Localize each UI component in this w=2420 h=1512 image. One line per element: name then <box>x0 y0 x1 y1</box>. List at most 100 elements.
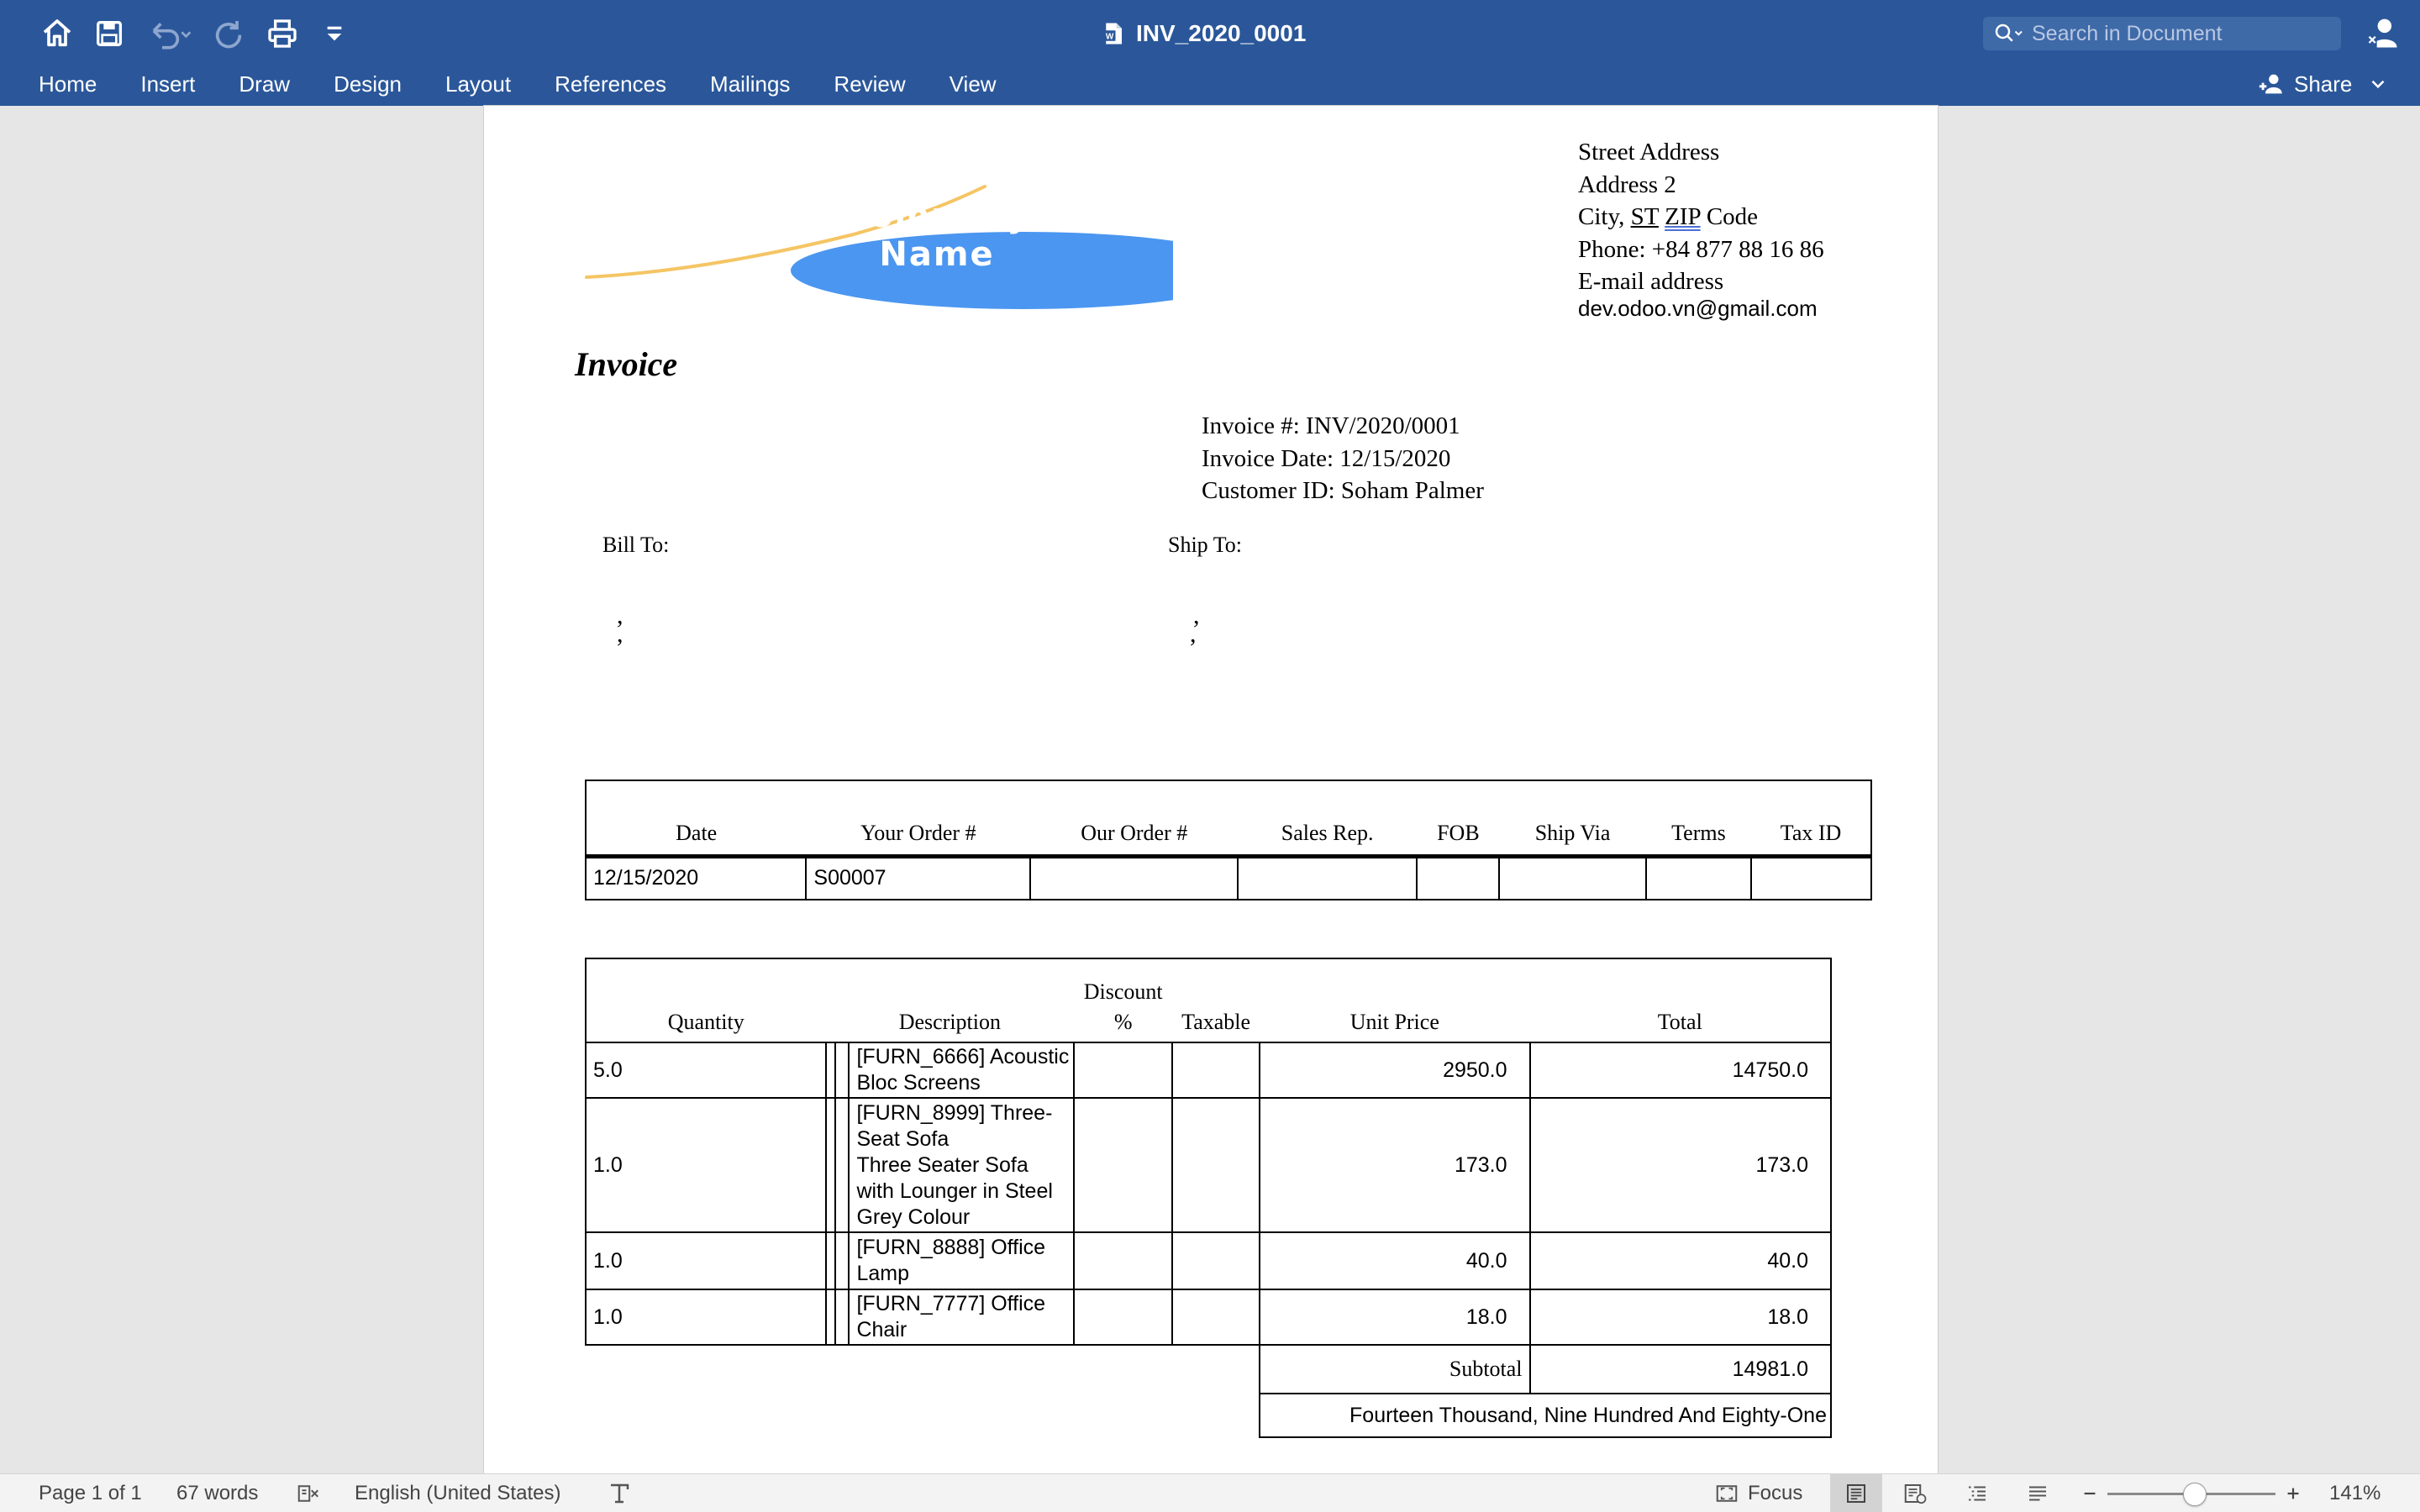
header-discount: Discount% <box>1074 958 1173 1043</box>
your-order-cell[interactable]: S00007 <box>805 856 1031 900</box>
tab-review[interactable]: Review <box>812 66 927 102</box>
bill-to-label: Bill To: <box>602 533 670 557</box>
unit-price-cell[interactable]: 2950.0 <box>1259 1042 1531 1099</box>
invoice-date: Invoice Date: 12/15/2020 <box>1202 444 1451 472</box>
total-cell[interactable]: 18.0 <box>1528 1289 1833 1346</box>
outline-view-icon[interactable] <box>1965 1474 1990 1512</box>
quantity-cell[interactable]: 1.0 <box>585 1231 827 1290</box>
language[interactable]: English (United States) <box>355 1474 560 1512</box>
web-layout-icon[interactable] <box>1902 1474 1928 1512</box>
accessibility-icon[interactable] <box>607 1474 632 1512</box>
unit-price-cell[interactable]: 173.0 <box>1259 1097 1531 1233</box>
discount-cell[interactable] <box>1073 1289 1174 1346</box>
tab-insert[interactable]: Insert <box>118 66 217 102</box>
ship-via-cell[interactable] <box>1498 856 1646 900</box>
print-layout-icon <box>1847 1484 1865 1503</box>
fob-cell[interactable] <box>1416 856 1500 900</box>
taxable-cell[interactable] <box>1171 1097 1261 1233</box>
share-label: Share <box>2294 71 2353 97</box>
save-icon[interactable] <box>89 15 129 52</box>
search-input[interactable] <box>2032 21 2317 46</box>
account-icon[interactable] <box>2365 15 2402 52</box>
order-header-terms: Terms <box>1645 780 1752 858</box>
header-description: Description <box>825 958 1075 1043</box>
document-page[interactable]: Company Name Street Address Address 2 Ci… <box>484 106 1938 1473</box>
taxable-cell[interactable] <box>1171 1289 1261 1346</box>
unit-price-cell[interactable]: 40.0 <box>1259 1231 1531 1290</box>
discount-cell[interactable] <box>1073 1231 1174 1290</box>
discount-cell[interactable] <box>1073 1042 1174 1099</box>
description-cell[interactable]: [FURN_6666] Acoustic Bloc Screens <box>848 1042 1076 1099</box>
zoom-out-icon[interactable] <box>2081 1474 2099 1512</box>
tab-references[interactable]: References <box>533 66 688 102</box>
table-row: 1.0 [FURN_7777] Office Chair 18.0 18.0 <box>585 1289 1833 1346</box>
description-cell[interactable]: [FURN_8888] Office Lamp <box>848 1231 1076 1290</box>
spacer-cell <box>824 1231 837 1290</box>
terms-cell[interactable] <box>1644 856 1752 900</box>
share-button[interactable]: Share <box>2257 66 2389 102</box>
home-icon[interactable] <box>37 15 77 52</box>
code-text: Code <box>1700 203 1759 230</box>
quantity-cell[interactable]: 5.0 <box>585 1042 827 1099</box>
zoom-slider-thumb[interactable] <box>2183 1483 2207 1506</box>
taxable-cell[interactable] <box>1171 1231 1261 1290</box>
chevron-down-icon[interactable] <box>2367 73 2389 95</box>
tab-view[interactable]: View <box>928 66 1018 102</box>
unit-price-cell[interactable]: 18.0 <box>1259 1289 1531 1346</box>
focus-button[interactable]: Focus <box>1714 1474 1802 1512</box>
quantity-cell[interactable]: 1.0 <box>585 1289 827 1346</box>
redo-icon[interactable] <box>208 15 249 52</box>
proofing-icon[interactable] <box>296 1474 321 1512</box>
table-row: 5.0 [FURN_6666] Acoustic Bloc Screens 29… <box>585 1042 1833 1099</box>
tab-mailings[interactable]: Mailings <box>688 66 812 102</box>
tab-design[interactable]: Design <box>312 66 424 102</box>
search-icon <box>1995 24 2023 42</box>
document-title-text: INV_2020_0001 <box>1136 20 1307 46</box>
ship-to-comma: , <box>1190 620 1197 648</box>
tab-draw[interactable]: Draw <box>217 66 312 102</box>
header-total: Total <box>1529 958 1833 1043</box>
discount-cell[interactable] <box>1073 1097 1174 1233</box>
print-icon[interactable] <box>262 15 302 52</box>
word-count[interactable]: 67 words <box>176 1474 258 1512</box>
undo-icon[interactable] <box>143 15 198 52</box>
customize-icon[interactable] <box>314 15 355 52</box>
tab-layout[interactable]: Layout <box>424 66 533 102</box>
header-discount-line2: % <box>1113 1010 1133 1034</box>
page-count[interactable]: Page 1 of 1 <box>39 1474 142 1512</box>
description-cell[interactable]: [FURN_8999] Three-Seat Sofa Three Seater… <box>848 1097 1076 1233</box>
order-header-your-order: Your Order # <box>806 780 1031 858</box>
order-date-cell[interactable]: 12/15/2020 <box>586 856 806 900</box>
order-header-date: Date <box>586 780 807 858</box>
spacer-cell <box>824 1042 837 1099</box>
description-cell[interactable]: [FURN_7777] Office Chair <box>848 1289 1076 1346</box>
line-items-table: Quantity Description Discount% Taxable U… <box>585 958 1833 1438</box>
company-address: Street Address Address 2 City, ST ZIP Co… <box>1578 136 1824 298</box>
zoom-level[interactable]: 141% <box>2329 1474 2381 1512</box>
search-box[interactable] <box>1983 17 2341 50</box>
zoom-in-icon[interactable] <box>2284 1474 2302 1512</box>
order-header-fob: FOB <box>1417 780 1500 858</box>
city-line: City, ST ZIP Code <box>1578 201 1824 234</box>
total-cell[interactable]: 14750.0 <box>1528 1042 1833 1099</box>
tab-home[interactable]: Home <box>17 66 118 102</box>
total-cell[interactable]: 173.0 <box>1528 1097 1833 1233</box>
draft-view-icon[interactable] <box>2025 1474 2050 1512</box>
print-layout-view-button[interactable] <box>1830 1474 1882 1512</box>
quantity-cell[interactable]: 1.0 <box>585 1097 827 1233</box>
amount-in-words[interactable]: Fourteen Thousand, Nine Hundred And Eigh… <box>1259 1393 1832 1438</box>
customer-id: Customer ID: Soham Palmer <box>1202 477 1484 504</box>
our-order-cell[interactable] <box>1029 856 1239 900</box>
add-person-icon <box>2259 74 2282 94</box>
word-doc-icon: W <box>1103 23 1122 45</box>
spacer-cell <box>834 1097 850 1233</box>
taxable-cell[interactable] <box>1171 1042 1261 1099</box>
subtotal-value[interactable]: 14981.0 <box>1528 1344 1833 1394</box>
tax-id-cell[interactable] <box>1750 856 1871 900</box>
blank-cell <box>586 1345 1260 1394</box>
description-extra-text: Three Seater Sofa with Lounger in Steel … <box>856 1152 1053 1229</box>
spacer-cell <box>834 1289 850 1346</box>
header-taxable: Taxable <box>1172 958 1260 1043</box>
total-cell[interactable]: 40.0 <box>1528 1231 1833 1290</box>
sales-rep-cell[interactable] <box>1237 856 1418 900</box>
